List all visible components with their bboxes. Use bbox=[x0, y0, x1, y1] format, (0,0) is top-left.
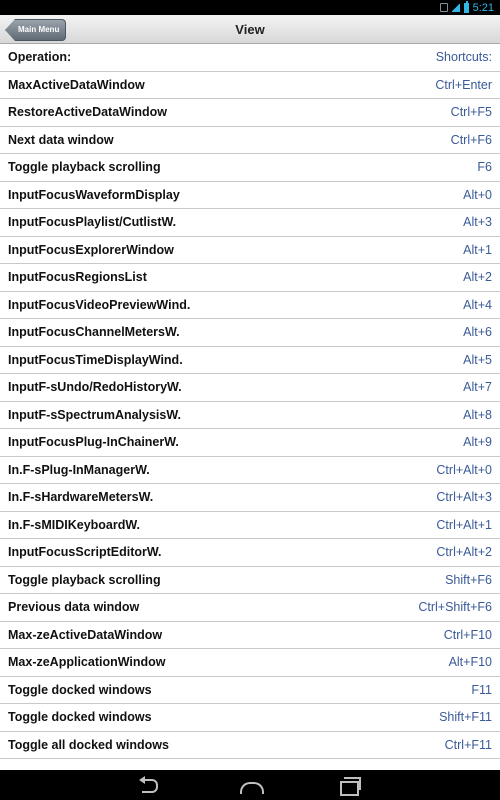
list-item[interactable]: RestoreActiveDataWindow Ctrl+F5 bbox=[0, 99, 500, 127]
operation-label: Next data window bbox=[8, 132, 114, 147]
list-item[interactable]: Toggle docked windows Shift+F11 bbox=[0, 704, 500, 732]
operation-label: In.F-sPlug-InManagerW. bbox=[8, 462, 150, 477]
list-item[interactable]: Toggle docked windows F11 bbox=[0, 677, 500, 704]
shortcut-label: Alt+4 bbox=[463, 297, 492, 312]
shortcut-label: Ctrl+Alt+0 bbox=[436, 462, 492, 477]
list-item[interactable]: Toggle playback scrolling Shift+F6 bbox=[0, 567, 500, 594]
operation-label: InputFocusScriptEditorW. bbox=[8, 545, 162, 560]
operation-label: RestoreActiveDataWindow bbox=[8, 105, 167, 120]
list-item[interactable]: InputFocusVideoPreviewWind. Alt+4 bbox=[0, 292, 500, 319]
operation-label: Toggle playback scrolling bbox=[8, 572, 161, 587]
shortcut-label: Ctrl+Alt+3 bbox=[436, 490, 492, 505]
list-item[interactable]: InputFocusPlug-InChainerW. Alt+9 bbox=[0, 429, 500, 457]
shortcut-label: Ctrl+F11 bbox=[444, 737, 492, 752]
operation-label: InputFocusWaveformDisplay bbox=[8, 187, 180, 202]
shortcut-label: Alt+7 bbox=[463, 380, 492, 395]
battery-icon bbox=[463, 0, 469, 13]
shortcut-label: Ctrl+F6 bbox=[450, 132, 492, 147]
list-item[interactable]: In.F-sMIDIKeyboardW. Ctrl+Alt+1 bbox=[0, 512, 500, 539]
list-item[interactable]: MaxActiveDataWindow Ctrl+Enter bbox=[0, 72, 500, 99]
system-navigation-bar bbox=[0, 770, 500, 800]
operation-label: InputFocusChannelMetersW. bbox=[8, 325, 180, 340]
operation-label: Toggle docked windows bbox=[8, 710, 152, 725]
shortcut-label: Ctrl+F5 bbox=[450, 105, 492, 120]
list-item[interactable]: InputFocusTimeDisplayWind. Alt+5 bbox=[0, 347, 500, 374]
list-item[interactable]: InputF-sUndo/RedoHistoryW. Alt+7 bbox=[0, 374, 500, 402]
shortcut-label: Ctrl+Shift+F6 bbox=[418, 600, 492, 615]
operation-label: Toggle docked windows bbox=[8, 682, 152, 697]
recents-icon[interactable] bbox=[337, 776, 361, 796]
list-item[interactable]: InputFocusChannelMetersW. Alt+6 bbox=[0, 319, 500, 347]
operation-label: InputFocusPlug-InChainerW. bbox=[8, 435, 179, 450]
shortcut-label: Alt+3 bbox=[463, 215, 492, 230]
list-item[interactable]: In.F-sHardwareMetersW. Ctrl+Alt+3 bbox=[0, 484, 500, 512]
shortcut-label: Alt+9 bbox=[463, 435, 492, 450]
notification-icon bbox=[440, 3, 448, 12]
operation-label: Toggle all docked windows bbox=[8, 737, 169, 752]
navigation-bar: View Main Menu bbox=[0, 15, 500, 44]
back-icon[interactable] bbox=[139, 776, 163, 794]
shortcut-list: Operation: Shortcuts: MaxActiveDataWindo… bbox=[0, 44, 500, 759]
list-header-row: Operation: Shortcuts: bbox=[0, 44, 500, 72]
operation-label: InputFocusExplorerWindow bbox=[8, 242, 174, 257]
shortcut-label: Ctrl+Enter bbox=[435, 77, 492, 92]
shortcut-label: Shift+F11 bbox=[439, 710, 492, 725]
list-item[interactable]: InputFocusPlaylist/CutlistW. Alt+3 bbox=[0, 209, 500, 237]
list-item[interactable]: Toggle playback scrolling F6 bbox=[0, 154, 500, 182]
list-item[interactable]: InputF-sSpectrumAnalysisW. Alt+8 bbox=[0, 402, 500, 429]
shortcut-label: Alt+8 bbox=[463, 407, 492, 422]
shortcut-label: Alt+6 bbox=[463, 325, 492, 340]
operation-label: Max-zeActiveDataWindow bbox=[8, 627, 163, 642]
shortcut-label: F6 bbox=[477, 160, 492, 175]
shortcut-label: F11 bbox=[471, 682, 492, 697]
status-bar: 5:21 bbox=[0, 0, 500, 15]
shortcut-label: Alt+0 bbox=[463, 187, 492, 202]
operation-label: InputF-sUndo/RedoHistoryW. bbox=[8, 380, 182, 395]
shortcut-label: Alt+1 bbox=[463, 242, 492, 257]
list-item[interactable]: InputFocusWaveformDisplay Alt+0 bbox=[0, 182, 500, 209]
list-item[interactable]: InputFocusRegionsList Alt+2 bbox=[0, 264, 500, 292]
shortcut-label: Alt+2 bbox=[463, 270, 492, 285]
operation-label: InputFocusVideoPreviewWind. bbox=[8, 297, 191, 312]
list-item[interactable]: InputFocusExplorerWindow Alt+1 bbox=[0, 237, 500, 264]
shortcut-label: Shift+F6 bbox=[445, 572, 492, 587]
shortcuts-header: Shortcuts: bbox=[435, 50, 492, 65]
operation-header: Operation: bbox=[8, 50, 72, 65]
operation-label: InputF-sSpectrumAnalysisW. bbox=[8, 407, 181, 422]
operation-label: In.F-sHardwareMetersW. bbox=[8, 490, 154, 505]
shortcut-label: Alt+5 bbox=[463, 352, 492, 367]
home-icon[interactable] bbox=[238, 776, 264, 794]
page-title: View bbox=[235, 22, 265, 37]
operation-label: InputFocusPlaylist/CutlistW. bbox=[8, 215, 177, 230]
list-item[interactable]: Next data window Ctrl+F6 bbox=[0, 127, 500, 154]
operation-label: Previous data window bbox=[8, 600, 140, 615]
operation-label: InputFocusRegionsList bbox=[8, 270, 147, 285]
list-item[interactable]: Max-zeApplicationWindow Alt+F10 bbox=[0, 649, 500, 677]
operation-label: Toggle playback scrolling bbox=[8, 160, 161, 175]
list-item[interactable]: Previous data window Ctrl+Shift+F6 bbox=[0, 594, 500, 622]
status-time: 5:21 bbox=[472, 1, 494, 14]
main-menu-back-button[interactable]: Main Menu bbox=[5, 19, 66, 41]
list-item[interactable]: In.F-sPlug-InManagerW. Ctrl+Alt+0 bbox=[0, 457, 500, 484]
operation-label: Max-zeApplicationWindow bbox=[8, 655, 166, 670]
shortcut-label: Ctrl+Alt+2 bbox=[436, 545, 492, 560]
list-item[interactable]: Toggle all docked windows Ctrl+F11 bbox=[0, 732, 500, 759]
signal-icon bbox=[451, 3, 460, 12]
shortcut-label: Alt+F10 bbox=[448, 655, 492, 670]
operation-label: MaxActiveDataWindow bbox=[8, 77, 145, 92]
list-item[interactable]: Max-zeActiveDataWindow Ctrl+F10 bbox=[0, 622, 500, 649]
shortcut-label: Ctrl+F10 bbox=[443, 627, 492, 642]
shortcut-label: Ctrl+Alt+1 bbox=[436, 517, 492, 532]
operation-label: InputFocusTimeDisplayWind. bbox=[8, 352, 183, 367]
operation-label: In.F-sMIDIKeyboardW. bbox=[8, 517, 140, 532]
list-item[interactable]: InputFocusScriptEditorW. Ctrl+Alt+2 bbox=[0, 539, 500, 567]
